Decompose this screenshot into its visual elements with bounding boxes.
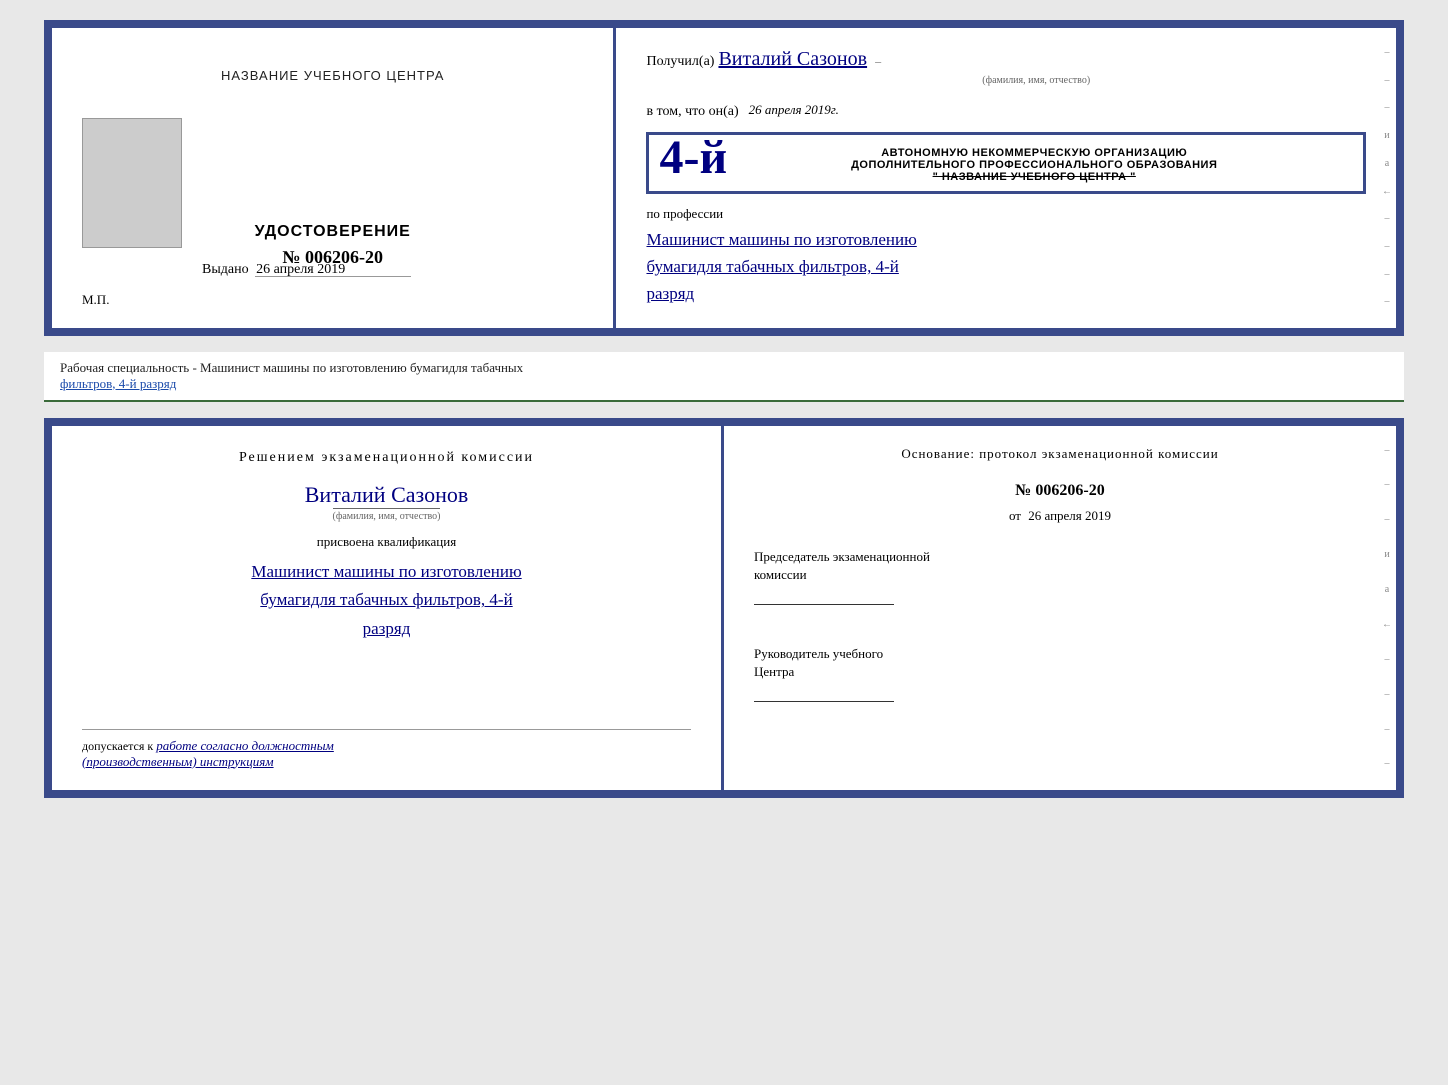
right-edge-dashes-bottom: – – – и а ← – – – – xyxy=(1378,426,1396,790)
predsedatel-title: Председатель экзаменационной xyxy=(754,548,1366,566)
cert-left-page: НАЗВАНИЕ УЧЕБНОГО ЦЕНТРА УДОСТОВЕРЕНИЕ №… xyxy=(52,28,616,328)
v-tom-chto: в том, что он(а) xyxy=(646,104,738,120)
right-edge-dashes-top: – – – и а ← – – – – xyxy=(1378,28,1396,328)
top-certificate-section: НАЗВАНИЕ УЧЕБНОГО ЦЕНТРА УДОСТОВЕРЕНИЕ №… xyxy=(44,20,1404,336)
poluchil-row: Получил(а) Виталий Сазонов – xyxy=(646,48,1366,71)
rukovoditel-signature-line xyxy=(754,701,894,702)
rukovoditel-block: Руководитель учебного Центра xyxy=(754,645,1366,702)
info-bar-line2: фильтров, 4-й разряд xyxy=(60,376,1388,392)
rukovoditel-title: Руководитель учебного xyxy=(754,645,1366,663)
photo-placeholder xyxy=(82,118,182,248)
fio-handwritten: Виталий Сазонов xyxy=(305,482,468,508)
osnovanie-title: Основание: протокол экзаменационной коми… xyxy=(754,446,1366,462)
rukovoditel-subtitle: Центра xyxy=(754,663,1366,681)
bottom-certificate-book: Решением экзаменационной комиссии Витали… xyxy=(44,418,1404,798)
kval-line1: Машинист машины по изготовлению xyxy=(251,558,521,587)
resheniem-title: Решением экзаменационной комиссии xyxy=(239,450,534,466)
predsedatel-block: Председатель экзаменационной комиссии xyxy=(754,548,1366,605)
ot-date: от 26 апреля 2019 xyxy=(754,508,1366,524)
poluchil-prefix: Получил(а) xyxy=(646,54,714,69)
prisvоена: присвоена квалификация xyxy=(317,534,456,550)
bottom-left-page: Решением экзаменационной комиссии Витали… xyxy=(52,426,724,790)
big-4-label: 4-й xyxy=(659,130,727,185)
poluchil-name: Виталий Сазонов xyxy=(718,48,867,70)
protocol-number: № 006206-20 xyxy=(754,482,1366,500)
kval-line3: разряд xyxy=(363,615,411,644)
stamp-line1: АВТОНОМНУЮ НЕКОММЕРЧЕСКУЮ ОРГАНИЗАЦИЮ xyxy=(719,147,1349,159)
stamp-line2: ДОПОЛНИТЕЛЬНОГО ПРОФЕССИОНАЛЬНОГО ОБРАЗО… xyxy=(719,159,1349,171)
ot-label: от xyxy=(1009,508,1021,523)
dash-after-name: – xyxy=(875,54,881,68)
poluchil-sub: (фамилия, имя, отчество) xyxy=(706,75,1366,86)
fio-sub: (фамилия, имя, отчество) xyxy=(333,508,441,522)
date-okончил-row: в том, что он(а) 26 апреля 2019г. xyxy=(646,96,1366,124)
stamp-line3: " НАЗВАНИЕ УЧЕБНОГО ЦЕНТРА " xyxy=(719,171,1349,183)
vydano-label: Выдано xyxy=(202,262,249,277)
vydano-date-right: 26 апреля 2019г. xyxy=(749,102,839,118)
kval-line2: бумагидля табачных фильтров, 4-й xyxy=(260,586,512,615)
info-bar-line1: Рабочая специальность - Машинист машины … xyxy=(60,360,1388,376)
vydano-date: 26 апреля 2019 xyxy=(256,262,345,277)
dopuskaetsya-value2: (производственным) инструкциям xyxy=(82,754,274,769)
vydano-line: Выдано 26 апреля 2019 xyxy=(202,262,345,278)
profession-line3: разряд xyxy=(646,280,1366,307)
profession-line2: бумагидля табачных фильтров, 4-й xyxy=(646,253,1366,280)
info-bar: Рабочая специальность - Машинист машины … xyxy=(44,352,1404,402)
po-professii: по профессии xyxy=(646,206,1366,222)
mp-label: М.П. xyxy=(82,292,109,308)
bottom-divider xyxy=(82,729,691,730)
bottom-left-content: Решением экзаменационной комиссии Витали… xyxy=(82,450,691,645)
stamp-box: 4-й АВТОНОМНУЮ НЕКОММЕРЧЕСКУЮ ОРГАНИЗАЦИ… xyxy=(646,132,1366,194)
predsedatel-subtitle: комиссии xyxy=(754,566,1366,584)
dopuskaetsya-value1: работе согласно должностным xyxy=(156,738,334,753)
udostoverenie-title: УДОСТОВЕРЕНИЕ xyxy=(255,223,411,241)
bottom-right-page: Основание: протокол экзаменационной коми… xyxy=(724,426,1396,790)
cert-right-page: Получил(а) Виталий Сазонов – (фамилия, и… xyxy=(616,28,1396,328)
dopuskaetsya-block: допускается к работе согласно должностны… xyxy=(82,721,691,770)
predsedatel-signature-line xyxy=(754,604,894,605)
profession-line1: Машинист машины по изготовлению xyxy=(646,226,1366,253)
org-name-header: НАЗВАНИЕ УЧЕБНОГО ЦЕНТРА xyxy=(221,68,444,83)
top-certificate-book: НАЗВАНИЕ УЧЕБНОГО ЦЕНТРА УДОСТОВЕРЕНИЕ №… xyxy=(44,20,1404,336)
ot-date-value: 26 апреля 2019 xyxy=(1028,508,1111,523)
bottom-certificate-section: Решением экзаменационной комиссии Витали… xyxy=(44,418,1404,798)
dopuskaetsya-label: допускается к xyxy=(82,739,153,753)
